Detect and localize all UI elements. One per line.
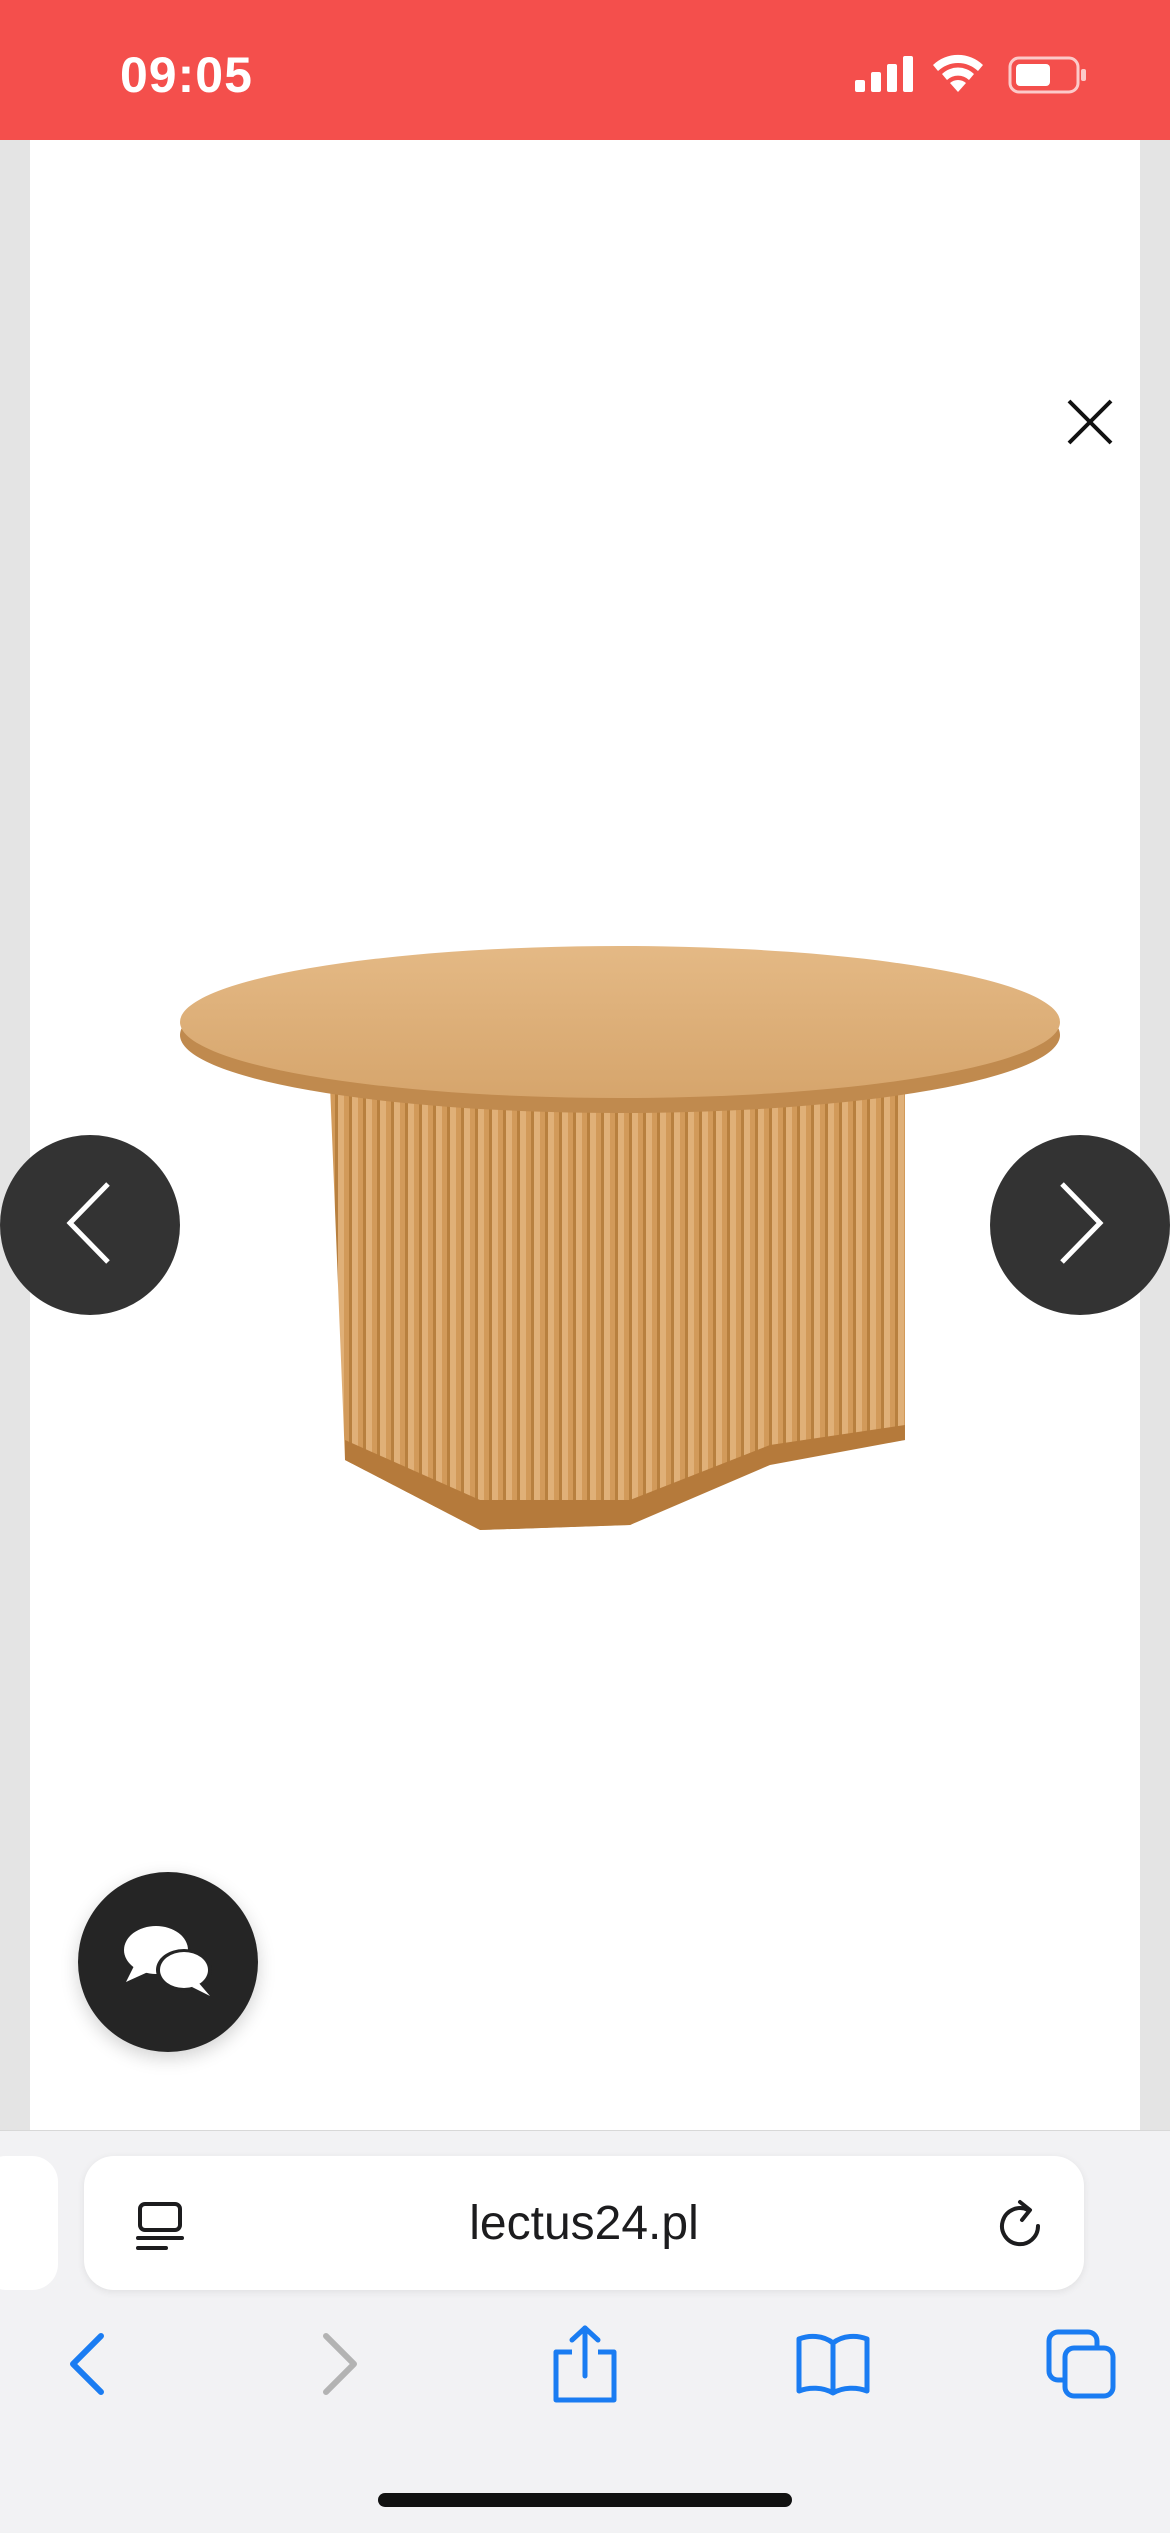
close-icon[interactable]: [1060, 392, 1120, 452]
bookmarks-button[interactable]: [788, 2321, 878, 2411]
chat-bubbles-icon: [120, 1920, 216, 2005]
share-button[interactable]: [540, 2321, 630, 2411]
reload-icon[interactable]: [992, 2198, 1048, 2259]
product-image: [170, 940, 1070, 1545]
back-button[interactable]: [42, 2321, 132, 2411]
forward-icon: [318, 2332, 362, 2401]
tabs-button[interactable]: [1036, 2321, 1126, 2411]
home-indicator: [378, 2493, 792, 2507]
chevron-right-icon: [1050, 1178, 1110, 1273]
previous-tab-peek[interactable]: [0, 2156, 58, 2290]
wifi-icon: [930, 52, 986, 99]
chevron-left-icon: [60, 1178, 120, 1273]
image-viewer: [30, 140, 1140, 2130]
address-bar[interactable]: lectus24.pl: [84, 2156, 1084, 2290]
status-time: 09:05: [120, 47, 253, 103]
status-bar: 09:05: [0, 0, 1170, 140]
chat-button[interactable]: [78, 1872, 258, 2052]
tabs-icon: [1045, 2328, 1117, 2405]
previous-image-button[interactable]: [0, 1135, 180, 1315]
share-icon: [552, 2324, 618, 2409]
cellular-signal-icon: [855, 56, 915, 97]
bookmarks-icon: [795, 2331, 871, 2402]
url-text: lectus24.pl: [469, 2197, 699, 2250]
forward-button[interactable]: [295, 2321, 385, 2411]
browser-toolbar: lectus24.pl: [0, 2130, 1170, 2533]
back-icon: [65, 2332, 109, 2401]
battery-icon: [1008, 56, 1088, 99]
next-image-button[interactable]: [990, 1135, 1170, 1315]
